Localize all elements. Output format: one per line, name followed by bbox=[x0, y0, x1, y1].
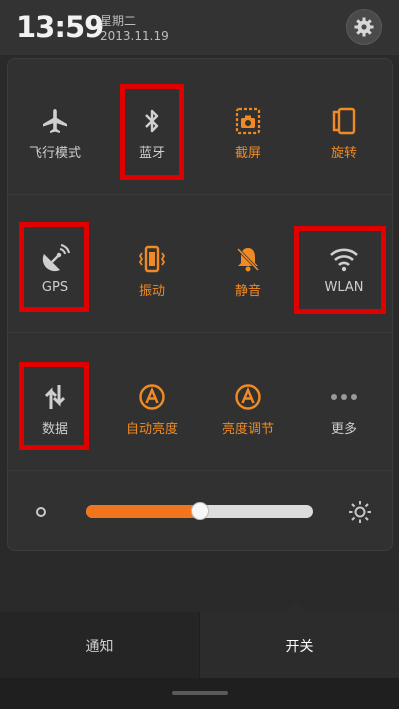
slider-fill bbox=[86, 505, 200, 518]
brightness-high-icon bbox=[349, 501, 371, 523]
tab-label: 通知 bbox=[85, 639, 114, 655]
brightness-slider-row bbox=[7, 480, 393, 545]
vibrate-icon bbox=[112, 242, 192, 276]
toggle-auto-brightness[interactable]: 自动亮度 bbox=[112, 368, 192, 448]
highlight-box bbox=[294, 226, 386, 314]
toggle-mute[interactable]: 静音 bbox=[208, 230, 288, 310]
toggle-label: 亮度调节 bbox=[221, 422, 274, 437]
slider-thumb[interactable] bbox=[190, 502, 209, 520]
toggle-brightness-adjust[interactable]: 亮度调节 bbox=[208, 368, 288, 448]
toggle-label: 飞行模式 bbox=[28, 146, 81, 161]
toggle-label: 截屏 bbox=[234, 146, 261, 161]
more-dots-icon bbox=[304, 380, 384, 414]
clock-time: 13:59 bbox=[16, 10, 104, 44]
row-divider bbox=[7, 470, 393, 471]
highlight-box bbox=[19, 222, 89, 312]
row-divider bbox=[7, 194, 393, 195]
tab-toggles[interactable]: 开关 bbox=[200, 612, 399, 678]
airplane-icon bbox=[15, 104, 95, 138]
toggle-label: 旋转 bbox=[330, 146, 357, 161]
toggle-more[interactable]: 更多 bbox=[304, 368, 384, 448]
tab-label: 开关 bbox=[285, 639, 314, 655]
bottom-tab-bar: 通知 开关 bbox=[0, 612, 399, 709]
weekday: 星期二 bbox=[100, 14, 137, 28]
status-bar: 13:59 星期二 2013.11.19 bbox=[0, 0, 399, 55]
toggle-label: 静音 bbox=[234, 284, 261, 299]
row-divider bbox=[7, 332, 393, 333]
toggle-airplane-mode[interactable]: 飞行模式 bbox=[15, 92, 95, 172]
brightness-adjust-icon bbox=[208, 380, 288, 414]
toggle-vibrate[interactable]: 振动 bbox=[112, 230, 192, 310]
gear-icon bbox=[354, 17, 374, 37]
tab-notifications[interactable]: 通知 bbox=[0, 612, 199, 678]
bell-mute-icon bbox=[208, 242, 288, 276]
toggle-label: 更多 bbox=[330, 422, 357, 437]
screenshot-icon bbox=[208, 104, 288, 138]
rotate-lock-icon bbox=[304, 104, 384, 138]
toggle-label: 自动亮度 bbox=[125, 422, 178, 437]
date: 2013.11.19 bbox=[100, 29, 169, 43]
auto-brightness-icon bbox=[112, 380, 192, 414]
drag-handle[interactable] bbox=[172, 691, 228, 695]
toggle-rotate[interactable]: 旋转 bbox=[304, 92, 384, 172]
brightness-low-icon bbox=[36, 507, 46, 517]
settings-button[interactable] bbox=[346, 9, 382, 45]
highlight-box bbox=[120, 84, 184, 180]
toggle-screenshot[interactable]: 截屏 bbox=[208, 92, 288, 172]
highlight-box bbox=[19, 362, 89, 450]
toggle-label: 振动 bbox=[138, 284, 165, 299]
